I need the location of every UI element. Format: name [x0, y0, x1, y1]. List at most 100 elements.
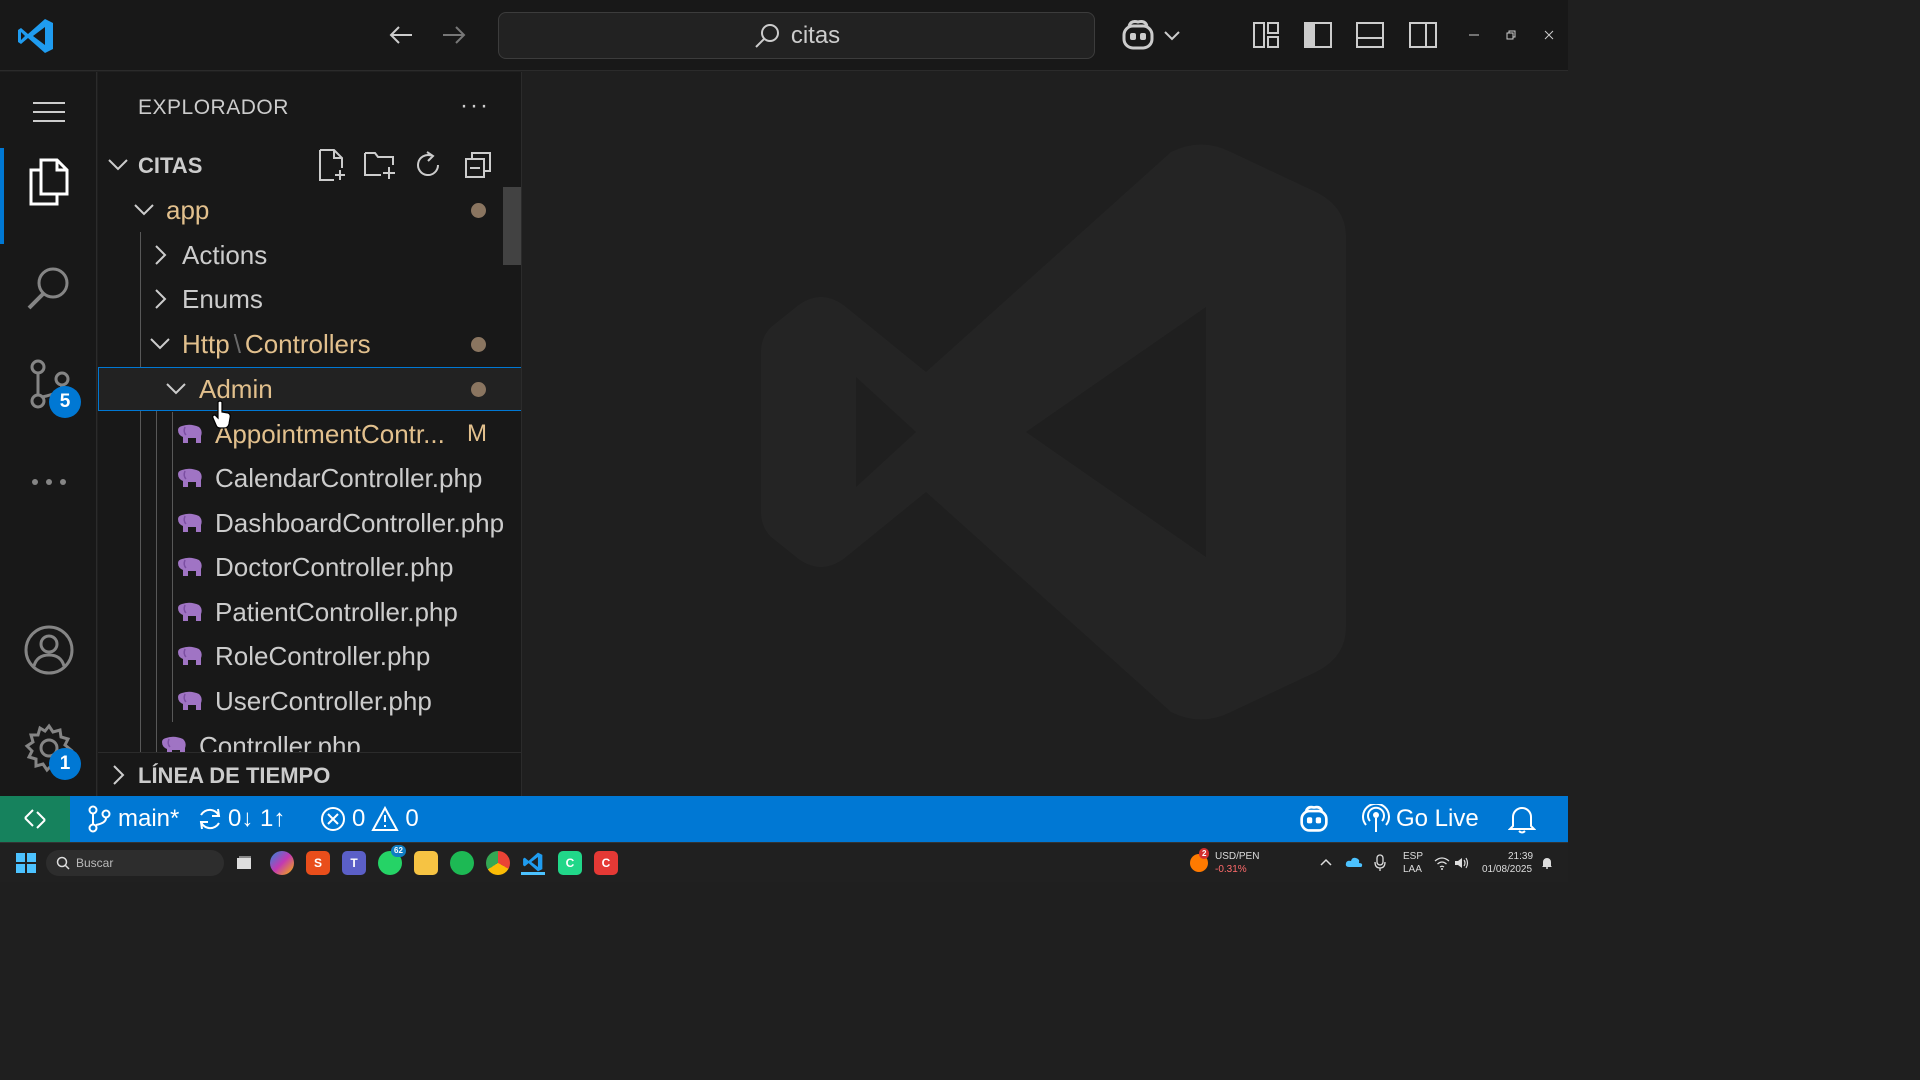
tree-file-appointment-controller[interactable]: AppointmentContr... M [98, 412, 521, 456]
search-icon [56, 856, 70, 870]
tree-folder-admin[interactable]: Admin [98, 367, 521, 411]
language-bottom: LAA [1403, 864, 1422, 875]
chevron-right-icon [155, 245, 167, 265]
title-bar: citas [0, 0, 1568, 71]
chevron-down-icon[interactable] [1160, 14, 1184, 56]
taskbar-search[interactable]: Buscar [46, 850, 224, 876]
branch-name: main* [118, 805, 180, 832]
microphone-icon[interactable] [1374, 854, 1386, 872]
project-section-header[interactable]: CITAS [98, 142, 521, 188]
remote-indicator-icon[interactable] [0, 796, 70, 842]
more-actions-icon[interactable]: ··· [460, 92, 490, 120]
minimize-icon[interactable] [1461, 22, 1487, 48]
jetbrains-app-icon[interactable]: C [558, 851, 582, 875]
folder-label-controllers: Controllers [244, 329, 371, 359]
whatsapp-badge: 62 [391, 845, 406, 857]
explorer-files-icon[interactable] [0, 142, 97, 244]
spotify-app-icon[interactable] [450, 851, 474, 875]
command-center-search[interactable]: citas [498, 12, 1095, 59]
activity-bar: 5 1 [0, 72, 97, 796]
toggle-primary-sidebar-icon[interactable] [1297, 14, 1339, 56]
copilot-app-icon[interactable] [270, 851, 294, 875]
vscode-window: citas 5 1 EXPLORADOR ··· CITAS app Actio… [0, 0, 1568, 882]
copilot-icon[interactable] [1117, 14, 1159, 56]
scm-badge: 5 [49, 386, 81, 418]
customize-layout-icon[interactable] [1245, 14, 1287, 56]
sync-counts: 0↓ 1↑ [228, 805, 286, 832]
notification-center-icon[interactable] [1540, 856, 1554, 870]
clock-date: 01/08/2025 [1482, 864, 1533, 875]
timeline-section-header[interactable]: LÍNEA DE TIEMPO [98, 752, 521, 796]
chevron-down-icon [108, 159, 128, 171]
clock-time[interactable]: 21:39 [1508, 851, 1533, 862]
tree-folder-http-controllers[interactable]: Http \ Controllers [98, 322, 521, 366]
settings-gear-icon[interactable]: 1 [0, 708, 97, 788]
vscode-taskbar-icon[interactable] [521, 851, 545, 875]
refresh-icon[interactable] [410, 146, 446, 184]
notifications-bell-icon[interactable] [1508, 796, 1536, 842]
new-folder-icon[interactable] [362, 146, 398, 184]
chrome-app-icon[interactable] [486, 851, 510, 875]
file-label: CalendarController.php [215, 463, 483, 493]
tree-folder-app[interactable]: app [98, 188, 521, 232]
tree-file-role-controller[interactable]: RoleController.php [98, 634, 521, 678]
red-app-icon[interactable]: C [594, 851, 618, 875]
close-icon[interactable] [1536, 22, 1562, 48]
warning-count: 0 [405, 805, 419, 832]
sync-status[interactable]: 0↓ 1↑ [196, 796, 285, 842]
currency-pair: USD/PEN [1215, 851, 1260, 862]
git-branch[interactable]: main* [86, 796, 179, 842]
restore-icon[interactable] [1498, 22, 1524, 48]
back-arrow-icon[interactable] [384, 18, 418, 52]
collapse-all-icon[interactable] [460, 146, 496, 184]
toggle-secondary-sidebar-icon[interactable] [1402, 14, 1444, 56]
problems-status[interactable]: 0 0 [320, 796, 419, 842]
folder-label: Admin [199, 374, 273, 404]
language-top[interactable]: ESP [1403, 851, 1423, 862]
file-explorer-icon[interactable] [414, 851, 438, 875]
timeline-label: LÍNEA DE TIEMPO [138, 763, 331, 788]
onedrive-cloud-icon[interactable] [1345, 856, 1363, 868]
sublime-app-icon[interactable]: S [306, 851, 330, 875]
file-label: RoleController.php [215, 641, 431, 671]
chevron-right-icon [155, 289, 167, 309]
tree-file-calendar-controller[interactable]: CalendarController.php [98, 456, 521, 500]
tree-folder-actions[interactable]: Actions [98, 233, 521, 277]
tree-file-user-controller[interactable]: UserController.php [98, 679, 521, 723]
folder-label: Enums [182, 284, 263, 314]
whatsapp-app-icon[interactable]: 62 [378, 845, 406, 875]
teams-app-icon[interactable]: T [342, 851, 366, 875]
windows-start-icon[interactable] [16, 853, 36, 873]
mouse-hand-cursor-icon [212, 400, 231, 429]
accounts-icon[interactable] [0, 610, 97, 690]
volume-icon[interactable] [1454, 856, 1470, 870]
toggle-panel-icon[interactable] [1349, 14, 1391, 56]
php-elephant-icon [178, 602, 202, 621]
windows-taskbar: Buscar S T 62 C C 2 USD/PEN -0.31% ESP L… [0, 842, 1568, 882]
status-bar: main* 0↓ 1↑ 0 0 Go Live [0, 796, 1568, 842]
tree-file-doctor-controller[interactable]: DoctorController.php [98, 545, 521, 589]
tree-file-dashboard-controller[interactable]: DashboardController.php [98, 501, 521, 545]
source-control-icon[interactable]: 5 [0, 344, 97, 424]
folder-label: Actions [182, 240, 268, 270]
file-label: PatientController.php [215, 597, 458, 627]
chevron-up-icon[interactable] [1320, 857, 1332, 867]
go-live-button[interactable]: Go Live [1362, 796, 1479, 842]
task-view-icon[interactable] [232, 851, 256, 875]
forward-arrow-icon[interactable] [437, 18, 471, 52]
search-icon[interactable] [0, 248, 97, 328]
more-views-icon[interactable] [0, 442, 97, 522]
new-file-icon[interactable] [314, 146, 350, 184]
php-elephant-icon [178, 646, 202, 665]
vscode-logo-icon[interactable] [16, 16, 56, 56]
tree-file-patient-controller[interactable]: PatientController.php [98, 590, 521, 634]
currency-widget-icon[interactable]: 2 [1190, 848, 1210, 872]
explorer-scrollbar[interactable] [503, 187, 521, 265]
wifi-icon[interactable] [1434, 856, 1450, 870]
menu-icon[interactable] [0, 72, 97, 152]
chevron-down-icon [166, 383, 186, 395]
settings-badge: 1 [49, 748, 81, 780]
tree-folder-enums[interactable]: Enums [98, 277, 521, 321]
php-elephant-icon [178, 468, 202, 487]
copilot-status-icon[interactable] [1297, 796, 1331, 842]
